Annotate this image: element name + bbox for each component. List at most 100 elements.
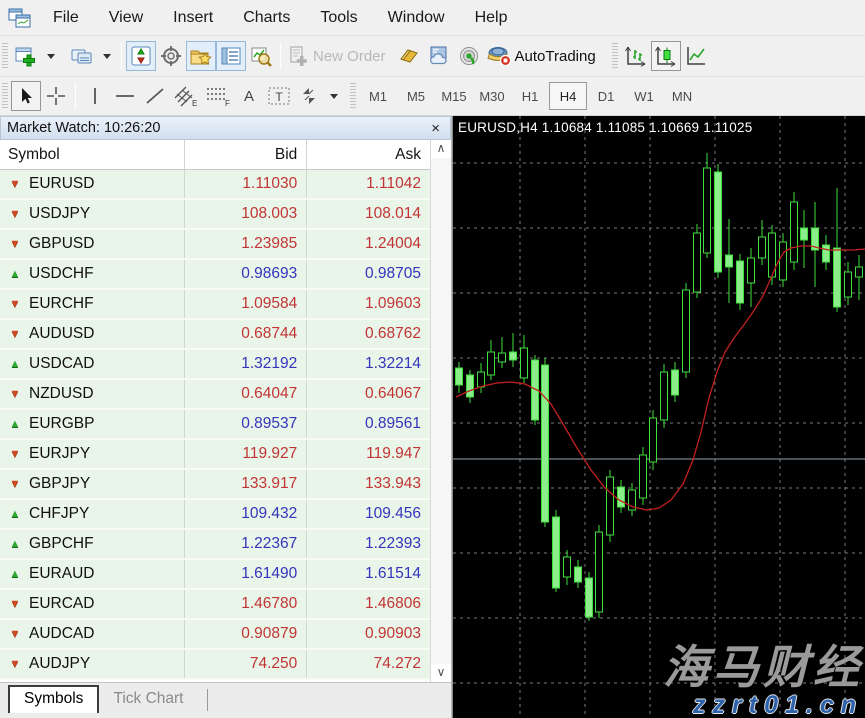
- menu-item-window[interactable]: Window: [373, 0, 460, 35]
- timeframe-h1[interactable]: H1: [511, 82, 549, 110]
- timeframe-d1[interactable]: D1: [587, 82, 625, 110]
- market-button[interactable]: [394, 41, 424, 71]
- symbol-label: GBPUSD: [29, 235, 94, 253]
- profiles-button[interactable]: [67, 41, 97, 71]
- market-watch-row-AUDUSD[interactable]: ▼AUDUSD0.687440.68762: [0, 320, 430, 350]
- market-watch-row-NZDUSD[interactable]: ▼NZDUSD0.640470.64067: [0, 380, 430, 410]
- menu-item-help[interactable]: Help: [460, 0, 523, 35]
- shapes-button[interactable]: [294, 81, 324, 111]
- navigator-button[interactable]: [186, 41, 216, 71]
- menu-item-view[interactable]: View: [94, 0, 158, 35]
- market-watch-row-GBPCHF[interactable]: ▲GBPCHF1.223671.22393: [0, 530, 430, 560]
- market-watch-row-GBPJPY[interactable]: ▼GBPJPY133.917133.943: [0, 470, 430, 500]
- symbol-label: EURCHF: [29, 295, 94, 313]
- text-label-button[interactable]: T: [264, 81, 294, 111]
- menu-item-insert[interactable]: Insert: [158, 0, 228, 35]
- market-watch-row-EURGBP[interactable]: ▲EURGBP0.895370.89561: [0, 410, 430, 440]
- signals-button[interactable]: [454, 41, 484, 71]
- chart-ohlc-header: EURUSD,H4 1.10684 1.11085 1.10669 1.1102…: [458, 120, 752, 135]
- tab-tick-chart[interactable]: Tick Chart: [99, 687, 197, 713]
- line-chart-type-button[interactable]: [681, 41, 711, 71]
- scroll-down-icon[interactable]: ∨: [431, 664, 451, 682]
- market-watch-row-USDCAD[interactable]: ▲USDCAD1.321921.32214: [0, 350, 430, 380]
- ask-cell: 109.456: [307, 500, 430, 528]
- toolbar-grip[interactable]: [612, 43, 618, 69]
- toolbar-grip[interactable]: [350, 83, 356, 109]
- new-order-button[interactable]: New Order: [285, 41, 394, 71]
- timeframe-m1[interactable]: M1: [359, 82, 397, 110]
- symbol-label: EURJPY: [29, 445, 90, 463]
- market-watch-row-USDJPY[interactable]: ▼USDJPY108.003108.014: [0, 200, 430, 230]
- market-watch-row-EURCAD[interactable]: ▼EURCAD1.467801.46806: [0, 590, 430, 620]
- drawing-toolbar: E F A T M1M5M15M30H1H4D1W1MN: [0, 77, 865, 116]
- market-watch-row-EURAUD[interactable]: ▲EURAUD1.614901.61514: [0, 560, 430, 590]
- market-watch-row-GBPUSD[interactable]: ▼GBPUSD1.239851.24004: [0, 230, 430, 260]
- market-watch-header[interactable]: Market Watch: 10:26:20 ×: [0, 116, 451, 140]
- market-watch-toggle-button[interactable]: [126, 41, 156, 71]
- shapes-dropdown[interactable]: [324, 81, 344, 111]
- profiles-dropdown[interactable]: [97, 41, 117, 71]
- market-watch-row-EURCHF[interactable]: ▼EURCHF1.095841.09603: [0, 290, 430, 320]
- column-header-bid[interactable]: Bid: [185, 140, 308, 169]
- strategy-tester-button[interactable]: [246, 41, 276, 71]
- new-chart-dropdown[interactable]: [41, 41, 61, 71]
- fibonacci-button[interactable]: F: [202, 81, 234, 111]
- market-watch-row-USDCHF[interactable]: ▲USDCHF0.986930.98705: [0, 260, 430, 290]
- timeframe-mn[interactable]: MN: [663, 82, 701, 110]
- arrow-down-icon: ▼: [8, 628, 22, 640]
- candlestick-chart[interactable]: [453, 116, 865, 718]
- vertical-line-button[interactable]: [80, 81, 110, 111]
- watermark-cjk-text: 海马财经: [663, 642, 863, 693]
- candlestick-chart-type-button[interactable]: [651, 41, 681, 71]
- market-watch-row-CHFJPY[interactable]: ▲CHFJPY109.432109.456: [0, 500, 430, 530]
- column-header-ask[interactable]: Ask: [307, 140, 430, 169]
- text-button[interactable]: A: [234, 81, 264, 111]
- timeframe-m5[interactable]: M5: [397, 82, 435, 110]
- symbol-cell: ▲USDCHF: [0, 260, 185, 288]
- market-watch-row-AUDJPY[interactable]: ▼AUDJPY74.25074.272: [0, 650, 430, 680]
- tab-symbols[interactable]: Symbols: [8, 685, 99, 713]
- market-watch-row-EURUSD[interactable]: ▼EURUSD1.110301.11042: [0, 170, 430, 200]
- ask-cell: 1.32214: [307, 350, 430, 378]
- terminal-button[interactable]: [216, 41, 246, 71]
- crosshair-button[interactable]: [41, 81, 71, 111]
- new-chart-button[interactable]: [11, 41, 41, 71]
- timeframe-m15[interactable]: M15: [435, 82, 473, 110]
- horizontal-line-button[interactable]: [110, 81, 140, 111]
- market-watch-title: Market Watch: 10:26:20: [7, 120, 427, 136]
- toolbar-grip[interactable]: [2, 83, 8, 109]
- data-window-button[interactable]: [156, 41, 186, 71]
- svg-text:E: E: [192, 99, 197, 107]
- menu-item-file[interactable]: File: [38, 0, 94, 35]
- close-icon[interactable]: ×: [427, 120, 444, 137]
- timeframe-w1[interactable]: W1: [625, 82, 663, 110]
- timeframe-m30[interactable]: M30: [473, 82, 511, 110]
- bid-cell: 1.61490: [185, 560, 308, 588]
- symbol-label: GBPJPY: [29, 475, 90, 493]
- column-header-symbol[interactable]: Symbol: [0, 140, 185, 169]
- menu-item-charts[interactable]: Charts: [228, 0, 305, 35]
- symbol-cell: ▲CHFJPY: [0, 500, 185, 528]
- market-watch-scrollbar[interactable]: ∧ ∨: [430, 140, 451, 682]
- cursor-button[interactable]: [11, 81, 41, 111]
- arrow-down-icon: ▼: [8, 208, 22, 220]
- menu-item-tools[interactable]: Tools: [305, 0, 372, 35]
- equidistant-channel-button[interactable]: E: [170, 81, 202, 111]
- bid-cell: 0.89537: [185, 410, 308, 438]
- market-watch-column-headers[interactable]: Symbol Bid Ask: [0, 140, 430, 170]
- price-chart-window[interactable]: EURUSD,H4 1.10684 1.11085 1.10669 1.1102…: [452, 116, 865, 718]
- virtual-hosting-button[interactable]: [424, 41, 454, 71]
- autotrading-button[interactable]: AutoTrading: [484, 41, 604, 71]
- chevron-down-icon: [47, 54, 55, 59]
- toolbar-grip[interactable]: [2, 43, 8, 69]
- new-order-label: New Order: [310, 48, 391, 65]
- scroll-up-icon[interactable]: ∧: [431, 140, 451, 158]
- timeframe-h4[interactable]: H4: [549, 82, 587, 110]
- arrow-down-icon: ▼: [8, 298, 22, 310]
- market-watch-row-EURJPY[interactable]: ▼EURJPY119.927119.947: [0, 440, 430, 470]
- market-watch-row-AUDCAD[interactable]: ▼AUDCAD0.908790.90903: [0, 620, 430, 650]
- bar-chart-type-button[interactable]: [621, 41, 651, 71]
- symbol-cell: ▼EURJPY: [0, 440, 185, 468]
- tab-separator: [207, 689, 208, 711]
- trendline-button[interactable]: [140, 81, 170, 111]
